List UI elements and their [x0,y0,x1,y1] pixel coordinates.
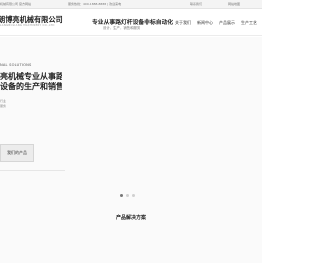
carousel-dot[interactable] [126,194,129,197]
hero-banner [0,37,262,263]
carousel-dot[interactable] [120,194,123,197]
nav-item-about[interactable]: 关于我们 [172,9,194,36]
our-products-button[interactable]: 我们的产品 [0,144,34,162]
hero-divider [0,170,65,171]
topbar-link-sitemap[interactable]: 网站地图 [228,1,240,7]
hero-meta-line: 服务 [0,104,7,108]
hero-kicker: NAL SOLUTIONS [0,63,32,67]
section-title: 产品解决方案 [115,215,146,221]
hero-title-line: 亮机械专业从事路 [0,72,62,81]
hero-title: 亮机械专业从事路 设备的生产和销售 [0,72,62,92]
nav-item-process[interactable]: 生产工艺 [238,9,260,36]
carousel-dots [120,194,135,197]
hero-meta: 行业 服务 [0,99,40,109]
header-slogan-sub: 设计，生产，销售和服务 [103,26,141,30]
top-info-bar: 机械有限公司 官方网站 服务热线：400-1888-8888 | 欢迎来电 联系… [0,0,262,9]
nav-item-news[interactable]: 新闻中心 [194,9,216,36]
topbar-link-contact[interactable]: 联系我们 [190,1,202,7]
topbar-company-text: 机械有限公司 官方网站 [0,2,31,6]
main-nav: 关于我们 新闻中心 产品展示 生产工艺 [172,9,260,36]
company-logo-subtitle: LANGBOLIANG MACHINERY CO.,LTD [0,24,55,27]
hero-title-line: 设备的生产和销售 [0,82,62,91]
carousel-dot[interactable] [132,194,135,197]
topbar-contact-text: 服务热线：400-1888-8888 | 欢迎来电 [68,2,122,6]
site-header: 朗博亮机械有限公司 LANGBOLIANG MACHINERY CO.,LTD … [0,9,262,36]
nav-item-products[interactable]: 产品展示 [216,9,238,36]
